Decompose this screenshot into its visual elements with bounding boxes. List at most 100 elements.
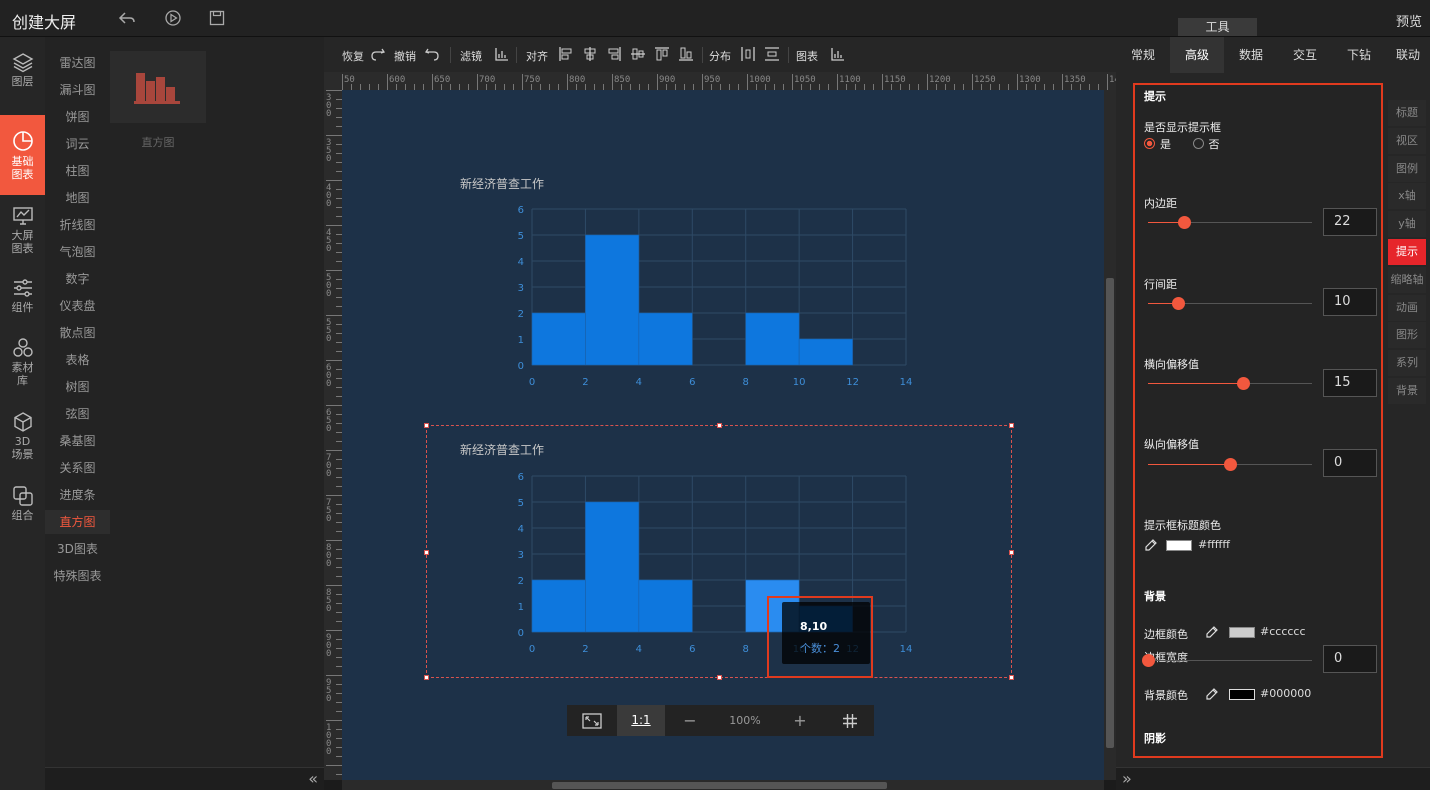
horizontal-scrollbar[interactable] [342,780,1104,790]
title-color-swatch[interactable] [1166,540,1192,551]
tab-0[interactable]: 常规 [1116,37,1170,73]
rail-item-assets[interactable]: 素材库 [0,337,45,397]
canvas[interactable]: 新经济普查工作 0 1 2 3 4 5 6 0 2 4 6 8 10 12 14 新经济普查工作 01234… [342,90,1104,780]
rail-item-basic-charts[interactable]: 基础图表 [0,115,45,195]
rail-item-group[interactable]: 组合 [0,485,45,530]
zoom-out-button[interactable]: − [665,705,715,736]
actual-size-button[interactable]: 1:1 [617,705,665,736]
x-offset-slider[interactable] [1148,377,1312,390]
side-tab-item[interactable]: 图例 [1388,155,1426,182]
slider-knob[interactable] [1224,458,1237,471]
play-icon[interactable] [164,9,182,27]
tab-1[interactable]: 高级 [1170,37,1224,73]
align-center-icon[interactable] [582,46,598,62]
histogram-bar[interactable] [585,501,640,633]
collapse-left-icon[interactable]: « [308,769,318,788]
tab-5[interactable]: 联动 [1386,37,1430,73]
chart-type-item[interactable]: 弦图 [45,402,110,426]
rail-item-screen-charts[interactable]: 大屏图表 [0,205,45,260]
side-tab-item[interactable]: 背景 [1388,378,1426,404]
tab-4[interactable]: 下钻 [1332,37,1386,73]
chart-type-item[interactable]: 柱图 [45,159,110,183]
slider-knob[interactable] [1237,377,1251,390]
side-tab-item[interactable]: 视区 [1388,127,1426,154]
align-left-icon[interactable] [558,46,574,62]
align-bottom-icon[interactable] [678,46,694,62]
padding-input[interactable]: 22 [1323,208,1377,236]
chart-type-item[interactable]: 仪表盘 [45,294,110,318]
border-width-slider[interactable] [1142,654,1312,667]
x-offset-input[interactable]: 15 [1323,369,1377,397]
line-spacing-slider[interactable] [1148,297,1312,310]
side-tab-item[interactable]: y轴 [1388,211,1426,238]
chart-type-item[interactable]: 表格 [45,348,110,372]
vertical-scroll-thumb[interactable] [1106,278,1114,748]
save-icon[interactable] [208,9,226,27]
horizontal-scroll-thumb[interactable] [552,782,887,789]
side-tab-item[interactable]: 动画 [1388,294,1426,321]
side-tab-item[interactable]: 缩略轴 [1388,266,1426,293]
bar-chart-icon[interactable] [494,46,510,62]
histogram-bar[interactable] [638,579,693,633]
distribute-vertical-icon[interactable] [764,46,780,62]
chart-type-item[interactable]: 地图 [45,186,110,210]
align-right-icon[interactable] [606,46,622,62]
rail-item-3d-scene[interactable]: 3D场景 [0,411,45,466]
chart-type-item[interactable]: 饼图 [45,105,110,129]
eyedropper-icon[interactable] [1205,625,1219,639]
y-offset-slider[interactable] [1148,458,1312,471]
chart-type-item[interactable]: 关系图 [45,456,110,480]
border-width-input[interactable]: 0 [1323,645,1377,673]
tools-tab[interactable]: 工具 [1178,18,1257,36]
rail-item-components[interactable]: 组件 [0,277,45,322]
padding-slider[interactable] [1148,216,1312,229]
border-color-swatch[interactable] [1229,627,1255,638]
chart-type-item[interactable]: 数字 [45,267,110,291]
chart-type-item[interactable]: 树图 [45,375,110,399]
rail-item-layers[interactable]: 图层 [0,51,45,101]
undo-icon[interactable] [424,46,440,62]
chart-type-item[interactable]: 3D图表 [45,537,110,561]
chart-type-item[interactable]: 特殊图表 [45,564,110,588]
grid-toggle-button[interactable] [825,705,874,736]
chart-type-item[interactable]: 进度条 [45,483,110,507]
radio-no[interactable]: 否 [1192,138,1220,151]
y-offset-input[interactable]: 0 [1323,449,1377,477]
side-tab-item[interactable]: x轴 [1388,183,1426,210]
tab-2[interactable]: 数据 [1224,37,1278,73]
line-spacing-input[interactable]: 10 [1323,288,1377,316]
preview-button[interactable]: 预览 [1396,11,1422,30]
bg-color-swatch[interactable] [1229,689,1255,700]
tab-3[interactable]: 交互 [1278,37,1332,73]
align-middle-icon[interactable] [630,46,646,62]
chart-type-item[interactable]: 气泡图 [45,240,110,264]
vertical-scrollbar[interactable] [1104,90,1116,780]
slider-knob[interactable] [1171,297,1185,310]
chart-type-item[interactable]: 散点图 [45,321,110,345]
chart-type-item[interactable]: 折线图 [45,213,110,237]
redo-button[interactable]: 恢复 [342,48,364,64]
chart-type-item[interactable]: 桑基图 [45,429,110,453]
align-top-icon[interactable] [654,46,670,62]
zoom-in-button[interactable]: + [775,705,825,736]
fit-screen-button[interactable] [567,705,617,736]
histogram-chart[interactable]: 012345602468101214 [342,90,1104,690]
side-tab-item[interactable]: 提示 [1388,239,1426,265]
chart-type-item[interactable]: 雷达图 [45,51,110,75]
distribute-horizontal-icon[interactable] [740,46,756,62]
collapse-right-icon[interactable]: » [1122,769,1132,788]
slider-knob[interactable] [1142,654,1155,667]
histogram-bar[interactable] [531,579,586,633]
bar-chart-icon[interactable] [830,46,846,62]
eyedropper-icon[interactable] [1144,538,1158,552]
side-tab-item[interactable]: 系列 [1388,350,1426,377]
histogram-thumbnail[interactable] [110,51,206,123]
slider-knob[interactable] [1178,216,1192,229]
chart-button[interactable]: 图表 [796,48,818,64]
undo-button[interactable]: 撤销 [394,48,416,64]
side-tab-item[interactable]: 标题 [1388,100,1426,126]
chart-type-item[interactable]: 直方图 [45,510,110,534]
chart-type-item[interactable]: 词云 [45,132,110,156]
redo-icon[interactable] [370,46,386,62]
eyedropper-icon[interactable] [1205,687,1219,701]
